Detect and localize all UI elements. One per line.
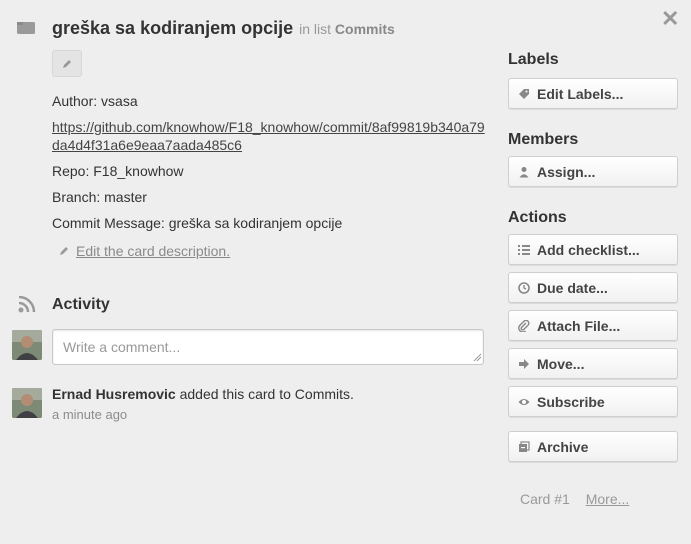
members-heading: Members <box>508 131 579 148</box>
resize-handle-icon[interactable] <box>473 353 482 362</box>
card-meta: Card #1 More... <box>520 491 629 507</box>
add-checklist-label: Add checklist... <box>537 241 640 258</box>
edit-labels-label: Edit Labels... <box>537 85 624 102</box>
in-list-prefix: in list <box>299 21 332 37</box>
assign-label: Assign... <box>537 163 596 180</box>
edit-title-button[interactable] <box>52 50 82 77</box>
avatar <box>12 330 42 360</box>
edit-description-label: Edit the card description. <box>76 243 231 259</box>
card-number: Card #1 <box>520 491 570 507</box>
in-list-label: in list Commits <box>299 21 395 37</box>
more-link[interactable]: More... <box>586 491 630 507</box>
labels-heading: Labels <box>508 51 559 68</box>
edit-description-link[interactable]: Edit the card description. <box>58 243 230 259</box>
arrow-right-icon <box>518 358 530 370</box>
archive-label: Archive <box>537 438 589 455</box>
actions-heading: Actions <box>508 209 567 226</box>
activity-entry: Ernad Husremovic added this card to Comm… <box>52 386 354 402</box>
desc-repo: Repo: F18_knowhow <box>52 163 184 179</box>
due-date-label: Due date... <box>537 279 608 296</box>
avatar <box>12 388 42 418</box>
move-label: Move... <box>537 355 585 372</box>
assign-button[interactable]: Assign... <box>508 156 678 187</box>
due-date-button[interactable]: Due date... <box>508 272 678 303</box>
eye-icon <box>518 396 530 408</box>
rss-icon <box>18 296 36 313</box>
subscribe-label: Subscribe <box>537 393 605 410</box>
activity-action: added this card to Commits. <box>179 386 354 402</box>
clock-icon <box>518 281 530 294</box>
pencil-icon <box>63 59 71 68</box>
archive-button[interactable]: Archive <box>508 431 678 462</box>
attach-file-button[interactable]: Attach File... <box>508 310 678 341</box>
card-detail-window: ✕ greška sa kodiranjem opcije in list Com… <box>0 0 691 544</box>
commit-link[interactable]: https://github.com/knowhow/F18_knowhow/c… <box>52 119 485 153</box>
attach-file-label: Attach File... <box>537 317 621 334</box>
desc-commit-message: Commit Message: greška sa kodiranjem opc… <box>52 215 343 231</box>
card-title-row: greška sa kodiranjem opcije in list Commi… <box>52 18 492 39</box>
list-name-link[interactable]: Commits <box>335 21 395 37</box>
card-icon <box>17 22 35 34</box>
close-icon[interactable]: ✕ <box>661 8 679 30</box>
desc-author: Author: vsasa <box>52 93 138 109</box>
activity-heading: Activity <box>52 296 110 313</box>
add-checklist-button[interactable]: Add checklist... <box>508 234 678 265</box>
comment-input[interactable] <box>52 329 484 365</box>
subscribe-button[interactable]: Subscribe <box>508 386 678 417</box>
tag-icon <box>518 88 530 100</box>
archive-icon <box>518 440 530 453</box>
checklist-icon <box>518 244 530 256</box>
card-description: Author: vsasa https://github.com/knowhow… <box>52 92 492 240</box>
desc-branch: Branch: master <box>52 189 147 205</box>
activity-user[interactable]: Ernad Husremovic <box>52 386 176 402</box>
pencil-icon <box>60 247 68 255</box>
edit-labels-button[interactable]: Edit Labels... <box>508 78 678 109</box>
move-button[interactable]: Move... <box>508 348 678 379</box>
activity-time[interactable]: a minute ago <box>52 407 127 422</box>
paperclip-icon <box>518 319 530 332</box>
card-title[interactable]: greška sa kodiranjem opcije <box>52 18 293 38</box>
person-icon <box>518 166 530 178</box>
